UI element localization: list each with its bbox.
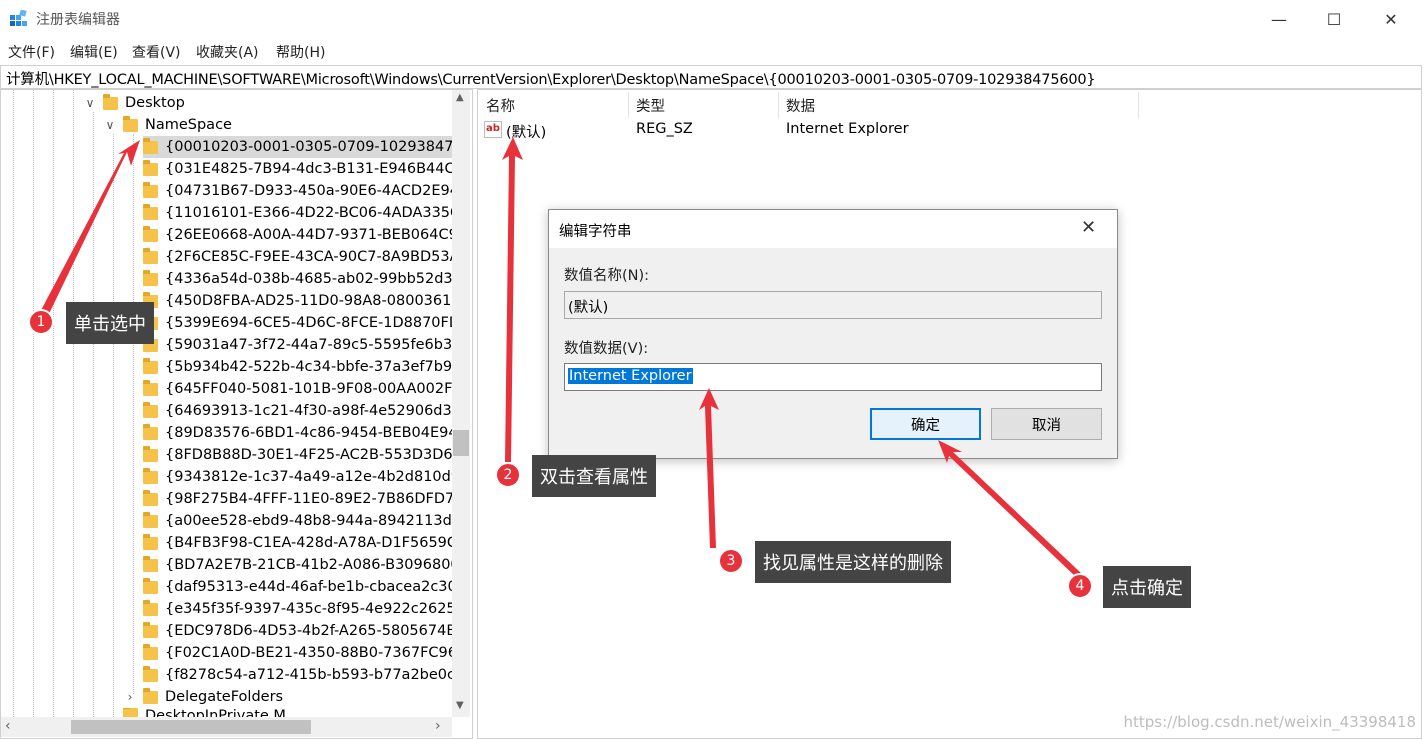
- annotation-badge: 4: [1067, 573, 1093, 599]
- annotation-arrow-2: [502, 137, 523, 462]
- watermark: https://blog.csdn.net/weixin_43398418: [1123, 713, 1416, 731]
- annotation-callout: 单击选中: [66, 302, 154, 344]
- annotation-arrow-1: [38, 140, 140, 320]
- annotation-callout: 点击确定: [1103, 566, 1191, 608]
- annotation-arrow-3: [699, 388, 719, 548]
- annotation-badge: 1: [28, 309, 54, 335]
- annotation-arrows: [38, 137, 1082, 578]
- annotation-callout: 找见属性是这样的删除: [755, 541, 951, 583]
- annotation-callout: 双击查看属性: [532, 455, 656, 497]
- annotation-badge: 3: [718, 548, 744, 574]
- annotation-badge: 2: [495, 462, 521, 488]
- annotation-arrow-4: [938, 440, 1082, 578]
